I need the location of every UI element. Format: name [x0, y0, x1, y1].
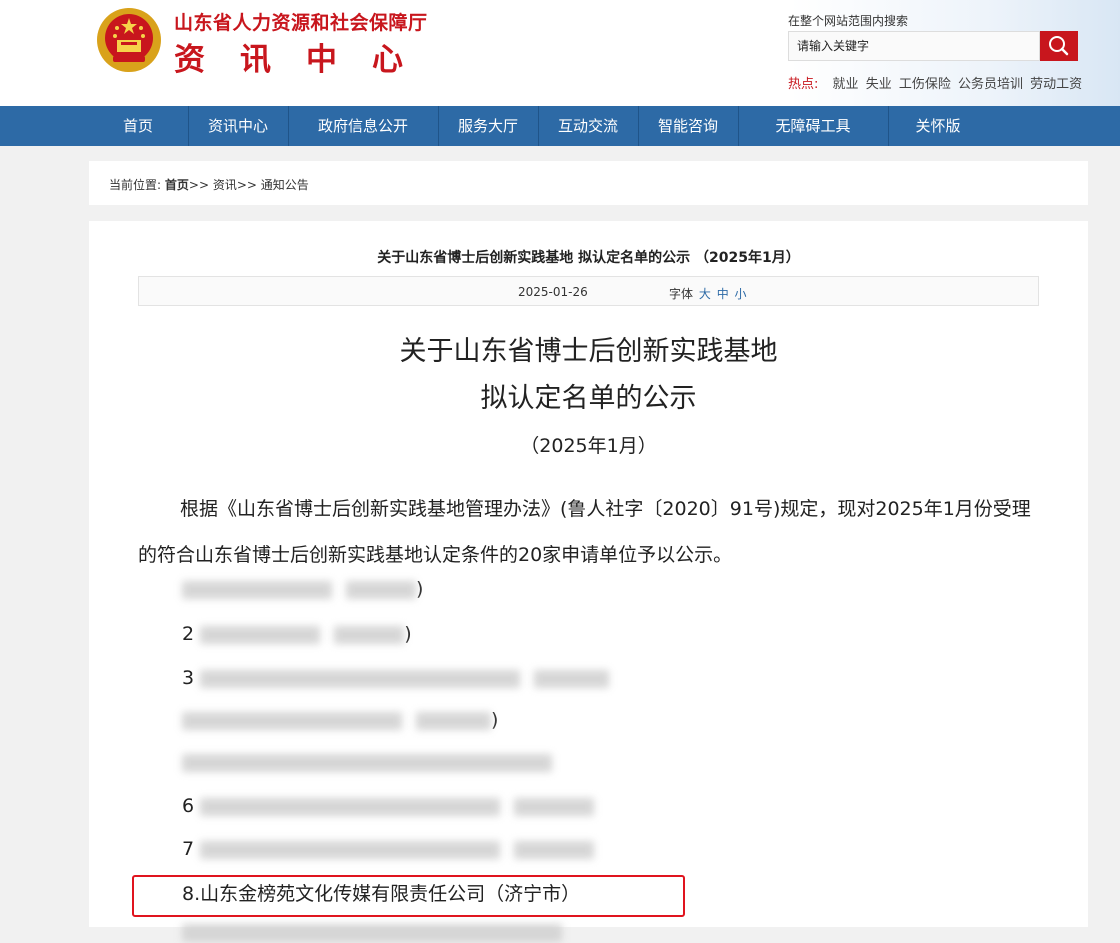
search-icon — [1049, 36, 1069, 56]
list-item — [182, 751, 552, 773]
list-item: ) — [182, 578, 423, 600]
hot-link-employment[interactable]: 就业 — [833, 77, 859, 92]
redacted-text — [200, 625, 321, 644]
redacted-text — [514, 797, 595, 816]
list-item-number: 7 — [182, 838, 195, 860]
nav-item-accessibility[interactable]: 无障碍工具 — [738, 106, 888, 146]
search-box — [788, 31, 1045, 61]
main-nav: 首页 资讯中心 政府信息公开 服务大厅 互动交流 智能咨询 无障碍工具 关怀版 — [0, 106, 1120, 146]
font-size-label: 字体 — [669, 287, 694, 301]
search-scope-label: 在整个网站范围内搜索 — [788, 14, 909, 28]
breadcrumb-separator: >> — [236, 178, 257, 192]
redacted-text — [334, 625, 405, 644]
intro-paragraph: 根据《山东省博士后创新实践基地管理办法》(鲁人社字〔2020〕91号)规定，现对… — [138, 498, 1031, 566]
list-item: 3 — [182, 667, 610, 689]
search-input[interactable] — [789, 32, 1045, 60]
nav-item-service-hall[interactable]: 服务大厅 — [438, 106, 538, 146]
search-button[interactable] — [1040, 31, 1078, 61]
list-item: 2 ) — [182, 623, 412, 645]
hot-label: 热点: — [788, 77, 819, 92]
document-title-date: （2025年1月） — [520, 435, 657, 457]
list-item-number: 3 — [182, 667, 195, 689]
article-card: 关于山东省博士后创新实践基地 拟认定名单的公示 （2025年1月） 2025-0… — [89, 221, 1088, 942]
nav-item-gov-info[interactable]: 政府信息公开 — [288, 106, 438, 146]
redacted-text — [416, 711, 492, 730]
redacted-text — [182, 753, 552, 772]
site-name: 山东省人力资源和社会保障厅 — [174, 12, 428, 34]
hot-link-labor-wages[interactable]: 劳动工资 — [1030, 77, 1082, 92]
list-item: 6 — [182, 795, 595, 817]
breadcrumb: 当前位置: 首页>> 资讯>> 通知公告 — [109, 176, 309, 193]
font-size-switcher: 字体 大 中 小 — [669, 285, 747, 302]
nav-item-elder-mode[interactable]: 关怀版 — [888, 106, 988, 146]
breadcrumb-card: 当前位置: 首页>> 资讯>> 通知公告 — [89, 161, 1088, 205]
site-header: 山东省人力资源和社会保障厅 资讯中心 在整个网站范围内搜索 热点: 就业 失业 … — [0, 0, 1120, 106]
nav-item-news[interactable]: 资讯中心 — [188, 106, 288, 146]
redacted-text — [514, 840, 595, 859]
redacted-text — [182, 580, 332, 599]
hot-link-civil-servant-training[interactable]: 公务员培训 — [958, 77, 1023, 92]
redacted-text — [182, 923, 562, 942]
redacted-text — [200, 669, 521, 688]
font-size-medium[interactable]: 中 — [717, 287, 729, 301]
redacted-text — [346, 580, 417, 599]
list-item-number: 6 — [182, 795, 195, 817]
hot-link-injury-insurance[interactable]: 工伤保险 — [899, 77, 951, 92]
document-title-line1: 关于山东省博士后创新实践基地 — [399, 336, 778, 367]
breadcrumb-notices[interactable]: 通知公告 — [261, 178, 309, 192]
list-item-suffix: ) — [404, 623, 412, 645]
breadcrumb-news[interactable]: 资讯 — [213, 178, 237, 192]
redacted-text — [200, 797, 501, 816]
breadcrumb-separator: >> — [188, 178, 209, 192]
section-name: 资讯中心 — [174, 42, 438, 78]
breadcrumb-home[interactable]: 首页 — [165, 178, 189, 192]
list-item-suffix: ) — [416, 578, 424, 600]
nav-item-home[interactable]: 首页 — [88, 106, 188, 146]
font-size-small[interactable]: 小 — [735, 287, 747, 301]
nav-item-smart-consult[interactable]: 智能咨询 — [638, 106, 738, 146]
hot-link-unemployment[interactable]: 失业 — [866, 77, 892, 92]
list-item: ) — [182, 709, 498, 731]
document-title-line2: 拟认定名单的公示 — [480, 383, 697, 414]
list-item: 7 — [182, 838, 595, 860]
national-emblem-icon — [97, 8, 161, 72]
list-item-number: 2 — [182, 623, 195, 645]
publish-date: 2025-01-26 — [518, 285, 588, 299]
highlight-box — [132, 875, 685, 917]
redacted-text — [182, 711, 402, 730]
list-item — [182, 921, 562, 943]
hot-topics: 热点: 就业 失业 工伤保险 公务员培训 劳动工资 — [788, 73, 1085, 92]
redacted-text — [200, 840, 501, 859]
article-meta-bar: 2025-01-26 字体 大 中 小 — [138, 276, 1039, 306]
redacted-text — [534, 669, 610, 688]
article-header-title: 关于山东省博士后创新实践基地 拟认定名单的公示 （2025年1月） — [377, 250, 800, 266]
breadcrumb-prefix: 当前位置: — [109, 178, 162, 192]
font-size-large[interactable]: 大 — [699, 287, 711, 301]
nav-item-interaction[interactable]: 互动交流 — [538, 106, 638, 146]
list-item-suffix: ) — [491, 709, 499, 731]
